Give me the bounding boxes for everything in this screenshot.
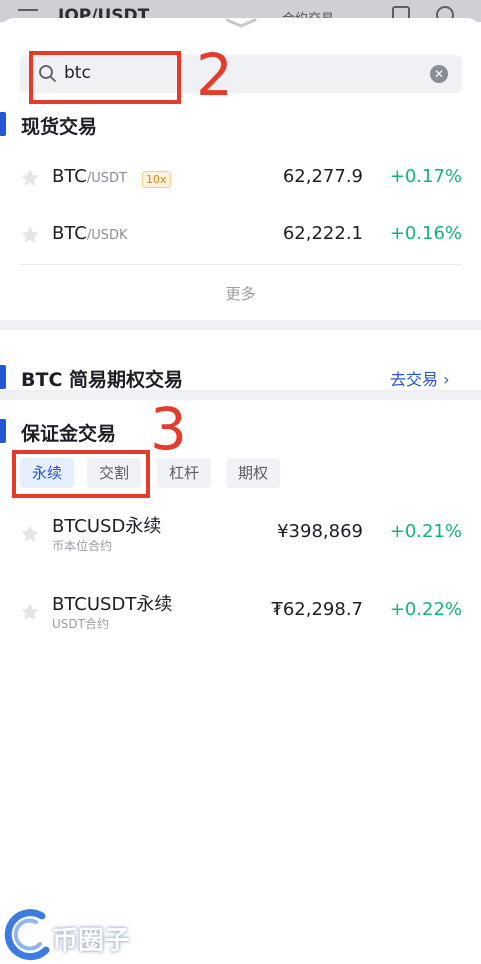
watermark-text: 币圈子 [52,926,131,956]
spot-section-title: 现货交易 [21,116,98,138]
watermark-logo-icon [4,909,50,961]
section-marker [0,419,6,443]
contract-type: 币本位合约 [52,539,113,553]
change-value: +0.21% [389,521,462,542]
sheet-handle-icon[interactable] [225,18,257,28]
options-section-title: BTC 简易期权交易 [21,369,184,391]
pair-label: BTC/USDK [52,223,128,244]
price-value: 62,277.9 [282,166,363,187]
change-value: +0.17% [389,166,462,187]
pair-quote: /USDK [86,228,128,243]
margin-section-title: 保证金交易 [21,423,117,445]
leverage-badge: 10x [142,171,171,188]
star-icon[interactable] [20,602,40,622]
price-value: ¥398,869 [277,521,363,542]
price-value: ₮62,298.7 [271,599,363,620]
spot-row[interactable]: BTC/USDT 10x 62,277.9 +0.17% [0,158,481,198]
change-value: +0.16% [389,223,462,244]
pair-label: BTC/USDT [52,166,127,187]
spot-row[interactable]: BTC/USDK 62,222.1 +0.16% [0,215,481,255]
contract-name: BTCUSDT永续 [52,594,173,615]
pair-base: BTC [52,166,87,187]
tab-options[interactable]: 期权 [226,458,281,488]
star-icon[interactable] [20,524,40,544]
section-marker [0,365,6,389]
clear-icon[interactable]: ✕ [430,65,448,83]
star-icon[interactable] [20,225,40,245]
section-gap [0,320,481,330]
annotation-box-tabs [12,450,150,498]
contract-row[interactable]: BTCUSDT永续 USDT合约 ₮62,298.7 +0.22% [0,588,481,636]
pair-base: BTC [52,223,87,244]
price-value: 62,222.1 [282,223,363,244]
watermark: 币圈子 [0,906,160,964]
section-gap [0,390,481,400]
change-value: +0.22% [389,599,462,620]
annotation-box-search [29,51,181,104]
contract-name: BTCUSD永续 [52,516,162,537]
more-link[interactable]: 更多 [0,283,481,304]
divider [20,264,462,265]
contract-type: USDT合约 [52,617,109,631]
go-trade-link[interactable]: 去交易 › [390,366,450,390]
annotation-number-3: 3 [150,395,187,463]
star-icon[interactable] [20,168,40,188]
contract-row[interactable]: BTCUSD永续 币本位合约 ¥398,869 +0.21% [0,510,481,558]
annotation-number-2: 2 [196,41,233,109]
pair-quote: /USDT [86,171,127,186]
section-marker [0,112,6,136]
